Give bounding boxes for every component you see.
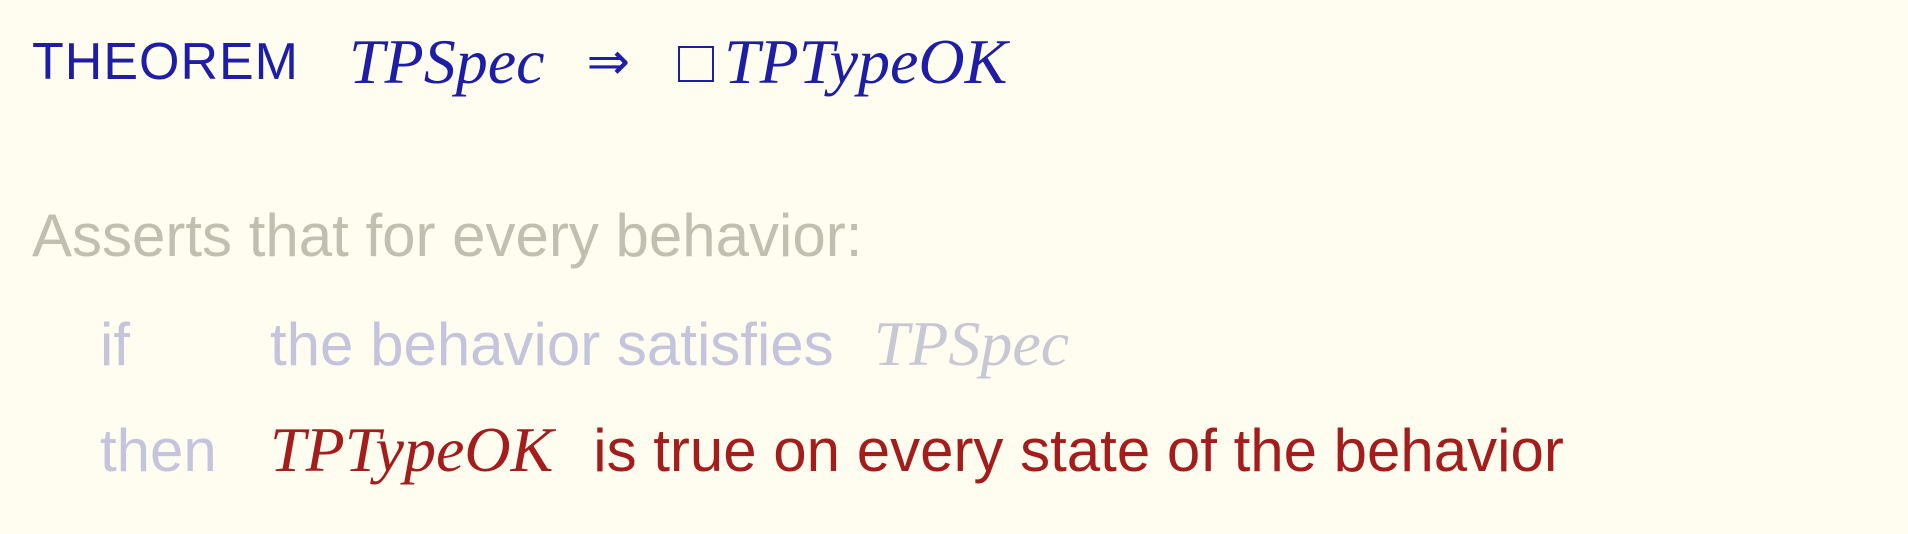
theorem-rhs: TPTypeOK <box>678 25 1007 99</box>
then-formula: TPTypeOK <box>270 414 554 485</box>
then-text: is true on every state of the behavior <box>593 416 1564 484</box>
if-text: the behavior satisfies <box>270 310 834 378</box>
theorem-keyword: THEOREM <box>32 33 299 91</box>
if-row: if the behavior satisfies TPSpec <box>100 304 1069 384</box>
theorem-rhs-formula: TPTypeOK <box>724 26 1008 97</box>
then-row: then TPTypeOK is true on every state of … <box>100 410 1564 490</box>
implies-symbol: ⇒ <box>586 32 631 92</box>
explanation-intro: Asserts that for every behavior: <box>32 202 863 269</box>
then-word: then <box>100 416 217 484</box>
if-formula: TPSpec <box>873 308 1070 379</box>
slide: THEOREM TPSpec ⇒ TPTypeOK Asserts that f… <box>0 0 1908 534</box>
theorem-line: THEOREM TPSpec ⇒ TPTypeOK <box>32 22 1007 102</box>
theorem-lhs-formula: TPSpec <box>349 26 545 97</box>
if-word: if <box>100 310 130 378</box>
always-box-icon <box>678 46 715 82</box>
